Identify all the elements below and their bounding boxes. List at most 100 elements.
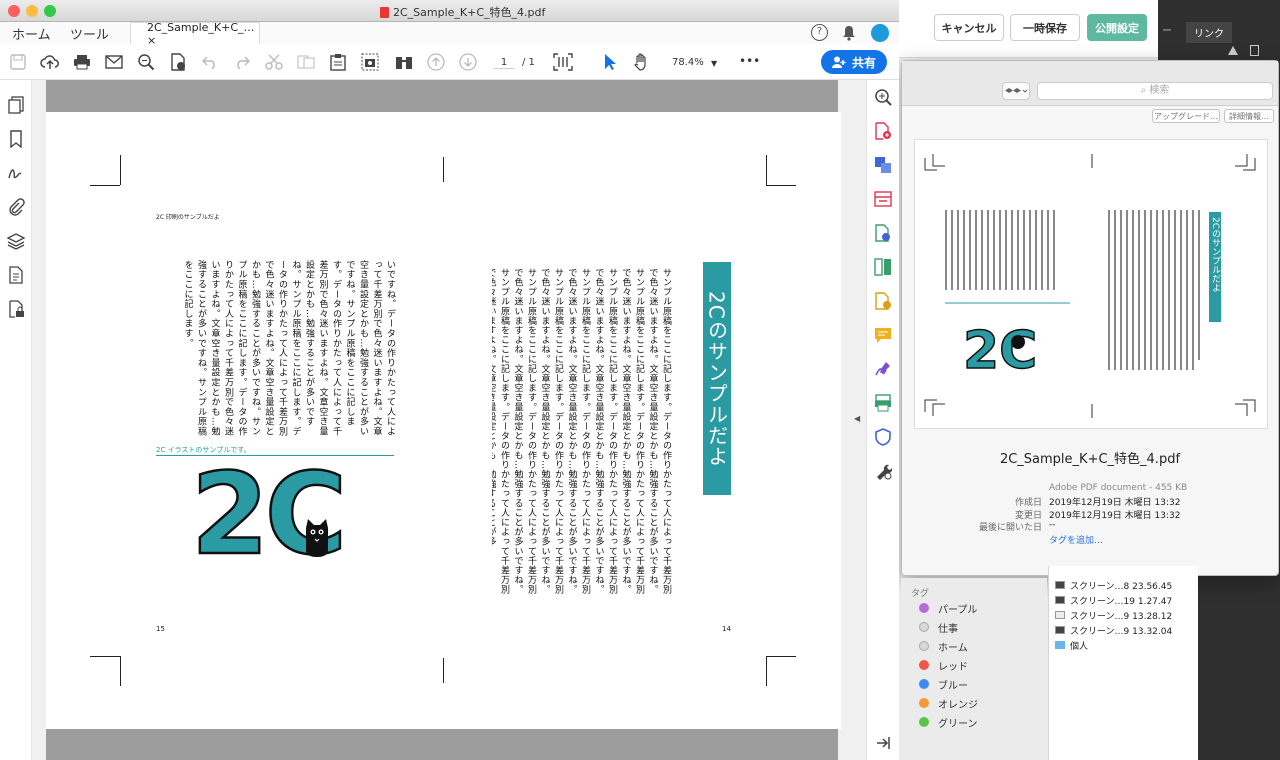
- list-item[interactable]: スクリーン…19 1.27.47: [1055, 593, 1172, 607]
- snapshot-icon[interactable]: [360, 52, 380, 72]
- screenshot-icon: [1055, 596, 1065, 604]
- page-total: / 1: [522, 57, 535, 68]
- upgrade-button[interactable]: アップグレード…: [1152, 109, 1220, 123]
- more-tools-wrench-icon[interactable]: [874, 462, 892, 480]
- crop-mark: [120, 155, 121, 185]
- undo-icon[interactable]: [200, 52, 220, 72]
- publish-button[interactable]: 公開設定: [1087, 14, 1147, 41]
- tag-item[interactable]: ホーム: [919, 638, 968, 654]
- clipboard-icon[interactable]: [328, 52, 348, 72]
- tag-item[interactable]: グリーン: [919, 714, 978, 730]
- previous-page-icon[interactable]: [426, 52, 446, 72]
- save-icon[interactable]: [8, 52, 28, 72]
- bookmark-icon[interactable]: [7, 130, 25, 148]
- page-number-input[interactable]: 1: [494, 57, 514, 69]
- copy-icon[interactable]: [296, 52, 316, 72]
- page-icon[interactable]: [1250, 45, 1259, 56]
- layers-icon[interactable]: [7, 232, 25, 250]
- crop-mark: [766, 155, 767, 185]
- file-list: スクリーン…8 23.56.45 スクリーン…19 1.27.47 スクリーン……: [1048, 566, 1198, 760]
- scissors-icon[interactable]: [264, 52, 284, 72]
- attachment-icon[interactable]: [7, 198, 25, 216]
- right-page-body: サンプル原稿をここに記します。データの作りかたって人によって千差万別で色々迷いま…: [492, 268, 671, 595]
- collapse-tools-icon[interactable]: [874, 736, 892, 750]
- pdf-file-icon: [380, 6, 389, 18]
- illustration-2c-text: 2C: [190, 449, 349, 582]
- tag-item[interactable]: 仕事: [919, 619, 958, 635]
- list-item[interactable]: スクリーン…9 13.32.04: [1055, 623, 1172, 637]
- acrobat-window: 2C_Sample_K+C_特色_4.pdf ホーム ツール ? 2C_Samp…: [0, 0, 899, 760]
- list-item[interactable]: 個人: [1055, 638, 1088, 652]
- compare-icon[interactable]: [394, 52, 414, 72]
- cancel-button[interactable]: キャンセル: [934, 14, 1004, 41]
- crop-mark: [766, 656, 796, 657]
- panel-tab-prev[interactable]: ー: [1162, 22, 1172, 37]
- comment-icon[interactable]: [874, 326, 892, 344]
- help-icon[interactable]: ?: [811, 24, 828, 41]
- create-pdf-icon[interactable]: [874, 122, 892, 140]
- list-item[interactable]: スクリーン…8 23.56.45: [1055, 578, 1172, 592]
- search-input[interactable]: ⌕ 検索: [1037, 82, 1273, 100]
- finder-toolbar: ⌕ 検索: [902, 61, 1278, 106]
- edit-pdf-icon[interactable]: [874, 258, 892, 276]
- zoom-in-icon[interactable]: [874, 88, 892, 106]
- tag-item[interactable]: レッド: [919, 657, 968, 673]
- fill-sign-icon[interactable]: [874, 360, 892, 378]
- organize-pages-icon[interactable]: [874, 190, 892, 208]
- page-number-right: 14: [722, 625, 731, 633]
- comment-add-icon[interactable]: [874, 292, 892, 310]
- zoom-window-button[interactable]: [44, 5, 56, 17]
- svg-text:2C: 2C: [963, 321, 1037, 381]
- page-thumbnails-icon[interactable]: [7, 96, 25, 114]
- minimize-window-button[interactable]: [26, 5, 38, 17]
- finder-sidebar: タグ パープル 仕事 ホーム レッド ブルー オレンジ グリーン: [901, 578, 1047, 760]
- redo-icon[interactable]: [232, 52, 252, 72]
- screenshot-icon: [1055, 581, 1065, 589]
- combine-files-icon[interactable]: [874, 156, 892, 174]
- folder-icon: [1055, 641, 1065, 649]
- zoom-dropdown-icon[interactable]: ▼: [711, 59, 717, 68]
- select-cursor-icon[interactable]: [600, 52, 620, 72]
- certify-icon[interactable]: [168, 52, 188, 72]
- tag-color-dot: [919, 717, 929, 727]
- email-icon[interactable]: [104, 52, 124, 72]
- dropbox-icon[interactable]: [1002, 82, 1030, 100]
- tag-item[interactable]: ブルー: [919, 676, 968, 692]
- crop-mark: [766, 656, 767, 686]
- list-item[interactable]: スクリーン…9 13.28.12: [1055, 608, 1172, 622]
- fit-page-icon[interactable]: [553, 52, 573, 72]
- next-page-icon[interactable]: [458, 52, 478, 72]
- file-name: 2C_Sample_K+C_特色_4.pdf: [999, 452, 1181, 467]
- share-button[interactable]: 共有: [821, 50, 887, 74]
- tag-item[interactable]: オレンジ: [919, 695, 978, 711]
- draft-save-button[interactable]: 一時保存: [1010, 14, 1080, 41]
- file-preview-thumbnail: 2Cのサンプルだよ 2C: [914, 139, 1268, 429]
- zoom-level[interactable]: 78.4%: [672, 57, 704, 68]
- hand-tool-icon[interactable]: [631, 52, 651, 72]
- warning-icon[interactable]: [1228, 46, 1238, 55]
- signature-icon[interactable]: [7, 164, 25, 182]
- more-tools-icon[interactable]: •••: [739, 54, 760, 68]
- protect-shield-icon[interactable]: [874, 428, 892, 446]
- tag-item[interactable]: パープル: [919, 600, 977, 616]
- tag-color-dot: [919, 679, 929, 689]
- tab-tools[interactable]: ツール: [70, 24, 109, 43]
- document-tab[interactable]: 2C_Sample_K+C_… ×: [130, 21, 260, 47]
- panel-tab-links[interactable]: リンク: [1186, 22, 1232, 43]
- upload-cloud-icon[interactable]: [40, 52, 60, 72]
- tab-home[interactable]: ホーム: [12, 24, 51, 43]
- zoom-search-icon[interactable]: [136, 52, 156, 72]
- document-properties-icon[interactable]: [7, 266, 25, 284]
- avatar[interactable]: [871, 24, 889, 42]
- center-mark: [443, 157, 444, 182]
- print-production-icon[interactable]: [874, 394, 892, 412]
- left-page-body: いですね。データの作りかたって人によって千差万別で色々迷いますよね。文章空き量設…: [182, 260, 396, 437]
- details-button[interactable]: 詳細情報…: [1224, 109, 1274, 123]
- print-icon[interactable]: [72, 52, 92, 72]
- close-window-button[interactable]: [8, 5, 20, 17]
- export-pdf-icon[interactable]: [874, 224, 892, 242]
- svg-text:2Cのサンプルだよ: 2Cのサンプルだよ: [1210, 217, 1221, 292]
- collapse-right-panel-icon[interactable]: ◀: [854, 414, 860, 423]
- bell-icon[interactable]: [842, 25, 856, 41]
- lock-document-icon[interactable]: [7, 300, 25, 318]
